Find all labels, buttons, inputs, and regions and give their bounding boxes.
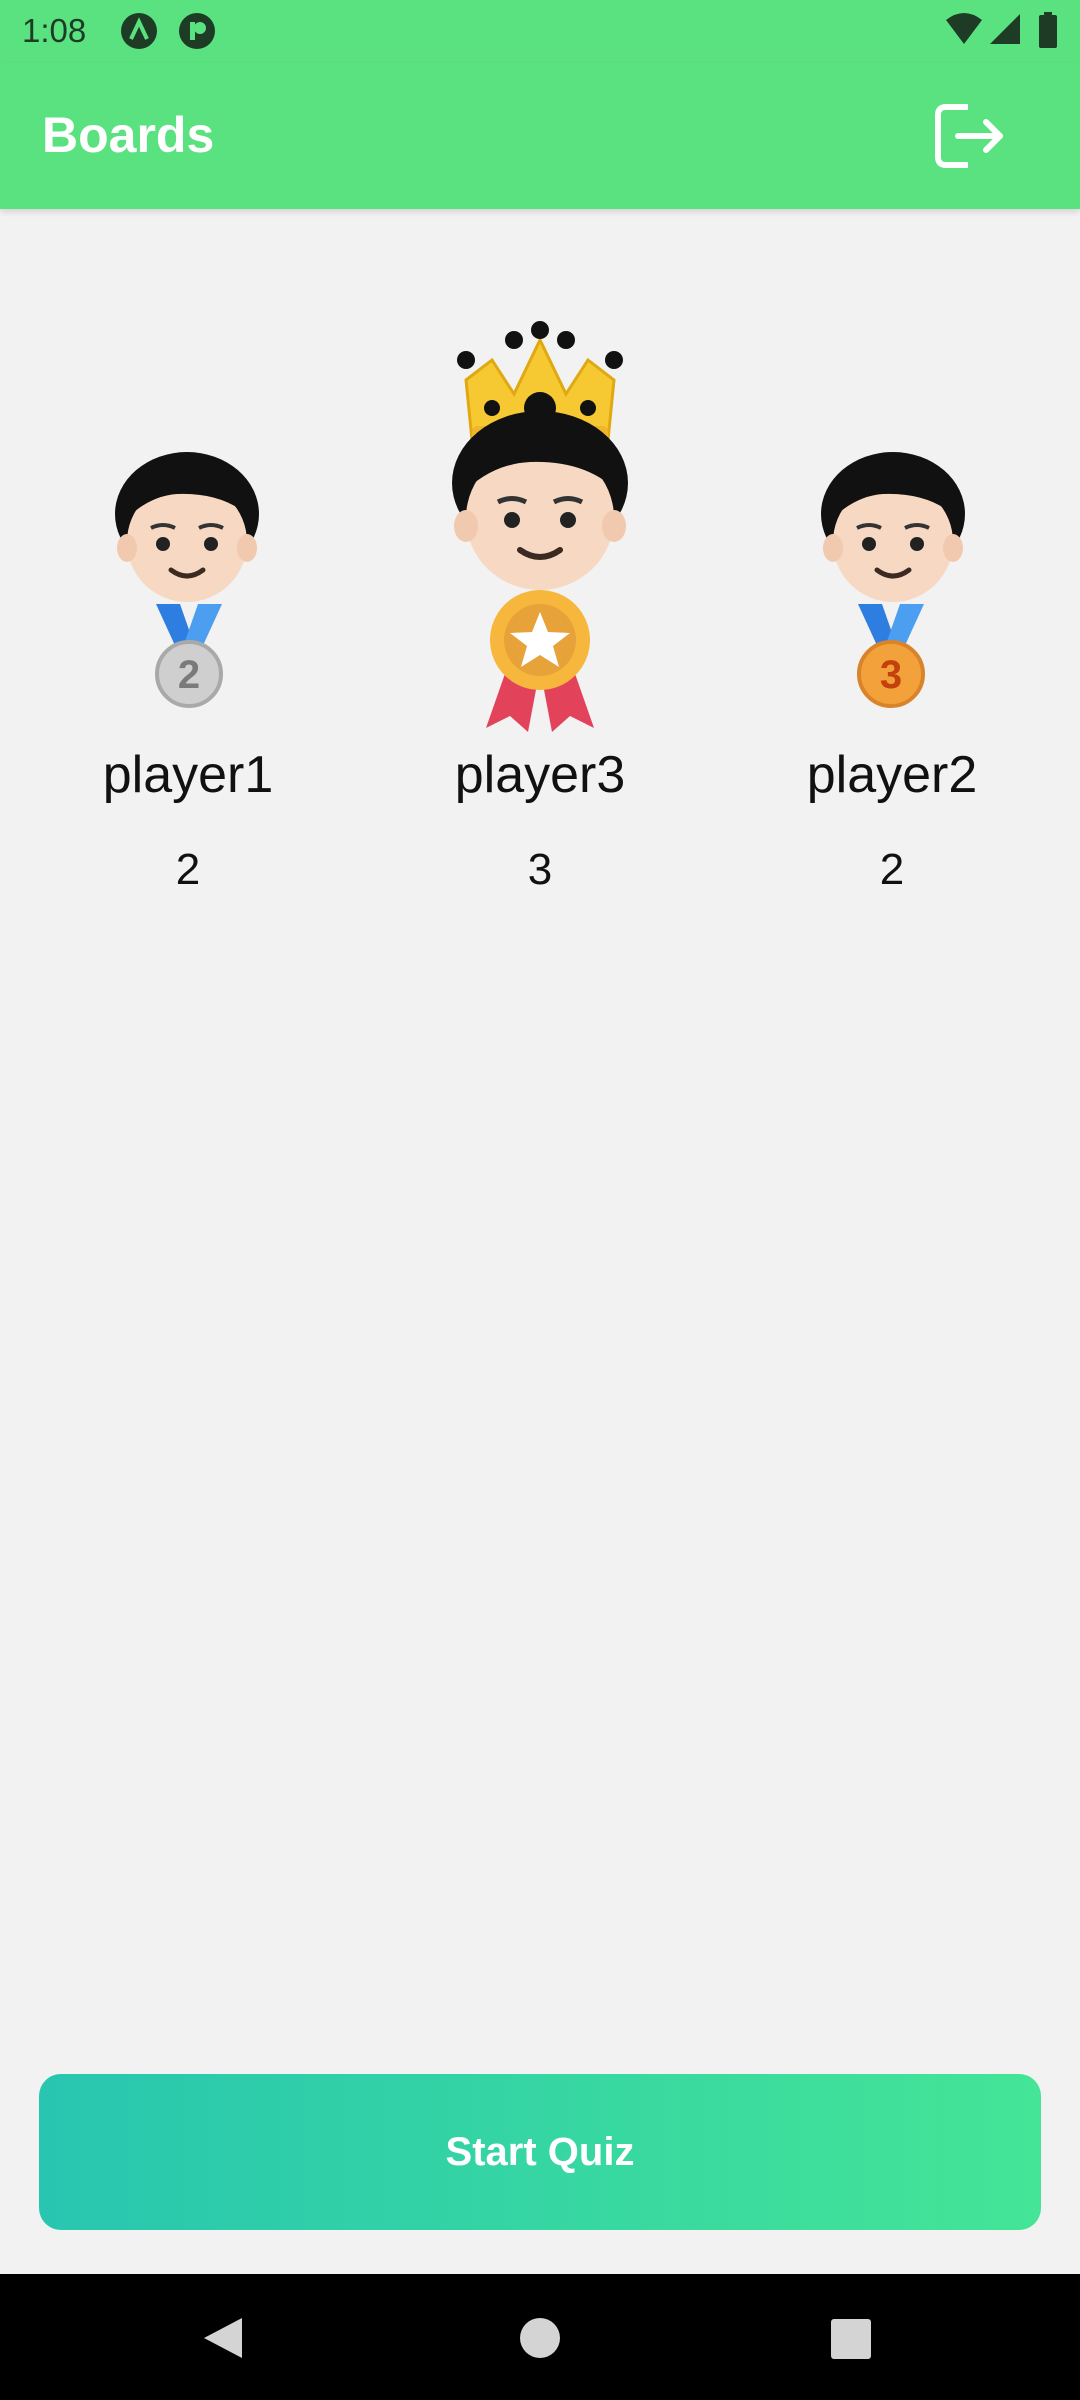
navigation-bar [0,2274,1080,2400]
player-name: player1 [102,746,274,804]
rank-badge-text: 2 [178,653,200,697]
home-icon[interactable] [518,2316,562,2360]
player-score: 2 [175,845,201,894]
status-time: 1:08 [22,12,87,49]
wifi-icon [946,13,982,44]
battery-icon [1039,12,1057,48]
silver-medal-icon: 2 [155,604,223,708]
logout-icon [935,104,1003,168]
player-name: player3 [454,746,626,804]
recents-icon[interactable] [830,2318,872,2360]
a-app-icon [121,13,157,49]
player-score: 2 [879,845,905,894]
r-app-icon [179,13,215,49]
back-icon[interactable] [200,2314,246,2362]
boy-face-icon [452,411,628,590]
start-quiz-button[interactable]: Start Quiz [39,2074,1041,2230]
player-name: player2 [806,746,978,804]
app-bar: Boards [0,63,1080,209]
signal-icon [990,14,1020,44]
gold-rosette-icon [486,590,594,732]
status-bar: 1:08 [0,0,1080,63]
bronze-medal-icon: 3 [857,604,925,708]
page-title: Boards [42,107,215,163]
rank-badge-text: 3 [880,653,902,697]
player-score: 3 [527,845,553,894]
logout-button[interactable] [932,101,1008,171]
